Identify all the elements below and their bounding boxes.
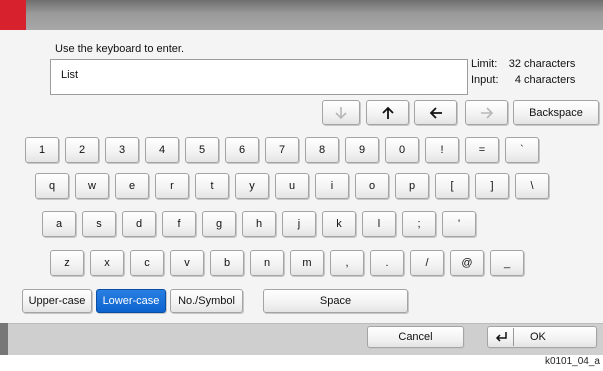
input-count-info: Input: 4 characters [471,74,575,86]
cursor-down-button[interactable] [322,100,360,125]
key[interactable]: c [130,250,164,276]
arrow-down-icon [334,106,348,120]
figure-caption: k0101_04_a [544,356,600,367]
key[interactable]: 4 [145,137,179,163]
keyboard-dialog: Use the keyboard to enter. List Limit: 32… [0,0,603,355]
key[interactable]: / [410,250,444,276]
key[interactable]: i [315,173,349,199]
key[interactable]: s [82,211,116,237]
key[interactable]: ; [402,211,436,237]
input-value: List [61,69,79,81]
key[interactable]: a [42,211,76,237]
key[interactable]: j [282,211,316,237]
input-count-unit: characters [524,74,576,86]
key[interactable]: 2 [65,137,99,163]
number-symbol-button[interactable]: No./Symbol [170,289,243,313]
cursor-up-button[interactable] [366,100,409,125]
key[interactable]: u [275,173,309,199]
key[interactable]: _ [490,250,524,276]
key[interactable]: ' [442,211,476,237]
key[interactable]: 5 [185,137,219,163]
key[interactable]: . [370,250,404,276]
key[interactable]: o [355,173,389,199]
key[interactable]: ! [425,137,459,163]
input-count-value: 4 [514,74,521,86]
space-button[interactable]: Space [263,289,408,313]
key[interactable]: t [195,173,229,199]
ok-button[interactable]: OK [487,326,597,348]
instruction-text: Use the keyboard to enter. [55,43,185,55]
key[interactable]: ] [475,173,509,199]
key[interactable]: = [465,137,499,163]
key[interactable]: k [322,211,356,237]
arrow-left-icon [429,106,443,120]
cancel-button[interactable]: Cancel [367,326,464,348]
key[interactable]: b [210,250,244,276]
text-input-field[interactable]: List [50,59,468,95]
key[interactable]: 3 [105,137,139,163]
key[interactable]: v [170,250,204,276]
cursor-right-button[interactable] [465,100,508,125]
cursor-left-button[interactable] [414,100,457,125]
key[interactable]: g [202,211,236,237]
footer-edge [0,323,8,355]
limit-info: Limit: 32 characters [471,58,575,70]
arrow-right-icon [480,106,494,120]
upper-case-button[interactable]: Upper-case [22,289,92,313]
key[interactable]: ` [505,137,539,163]
key[interactable]: q [35,173,69,199]
key[interactable]: z [50,250,84,276]
backspace-button[interactable]: Backspace [513,100,599,125]
key[interactable]: f [162,211,196,237]
key[interactable]: @ [450,250,484,276]
key[interactable]: 1 [25,137,59,163]
key[interactable]: w [75,173,109,199]
key[interactable]: 7 [265,137,299,163]
key[interactable]: \ [515,173,549,199]
key[interactable]: 9 [345,137,379,163]
key[interactable]: 6 [225,137,259,163]
title-bar [0,0,603,30]
key[interactable]: r [155,173,189,199]
key[interactable]: h [242,211,276,237]
arrow-up-icon [381,106,395,120]
key[interactable]: [ [435,173,469,199]
limit-value: 32 [508,58,521,70]
key[interactable]: , [330,250,364,276]
limit-unit: characters [524,58,576,70]
ok-label: OK [530,331,546,343]
enter-icon [494,328,514,346]
key[interactable]: 0 [385,137,419,163]
key[interactable]: l [362,211,396,237]
accent-marker [0,0,26,34]
key[interactable]: x [90,250,124,276]
key[interactable]: 8 [305,137,339,163]
key[interactable]: n [250,250,284,276]
lower-case-button[interactable]: Lower-case [96,289,166,313]
input-count-label: Input: [471,74,499,86]
key[interactable]: e [115,173,149,199]
key[interactable]: y [235,173,269,199]
key[interactable]: m [290,250,324,276]
key[interactable]: d [122,211,156,237]
limit-label: Limit: [471,58,498,70]
key[interactable]: p [395,173,429,199]
